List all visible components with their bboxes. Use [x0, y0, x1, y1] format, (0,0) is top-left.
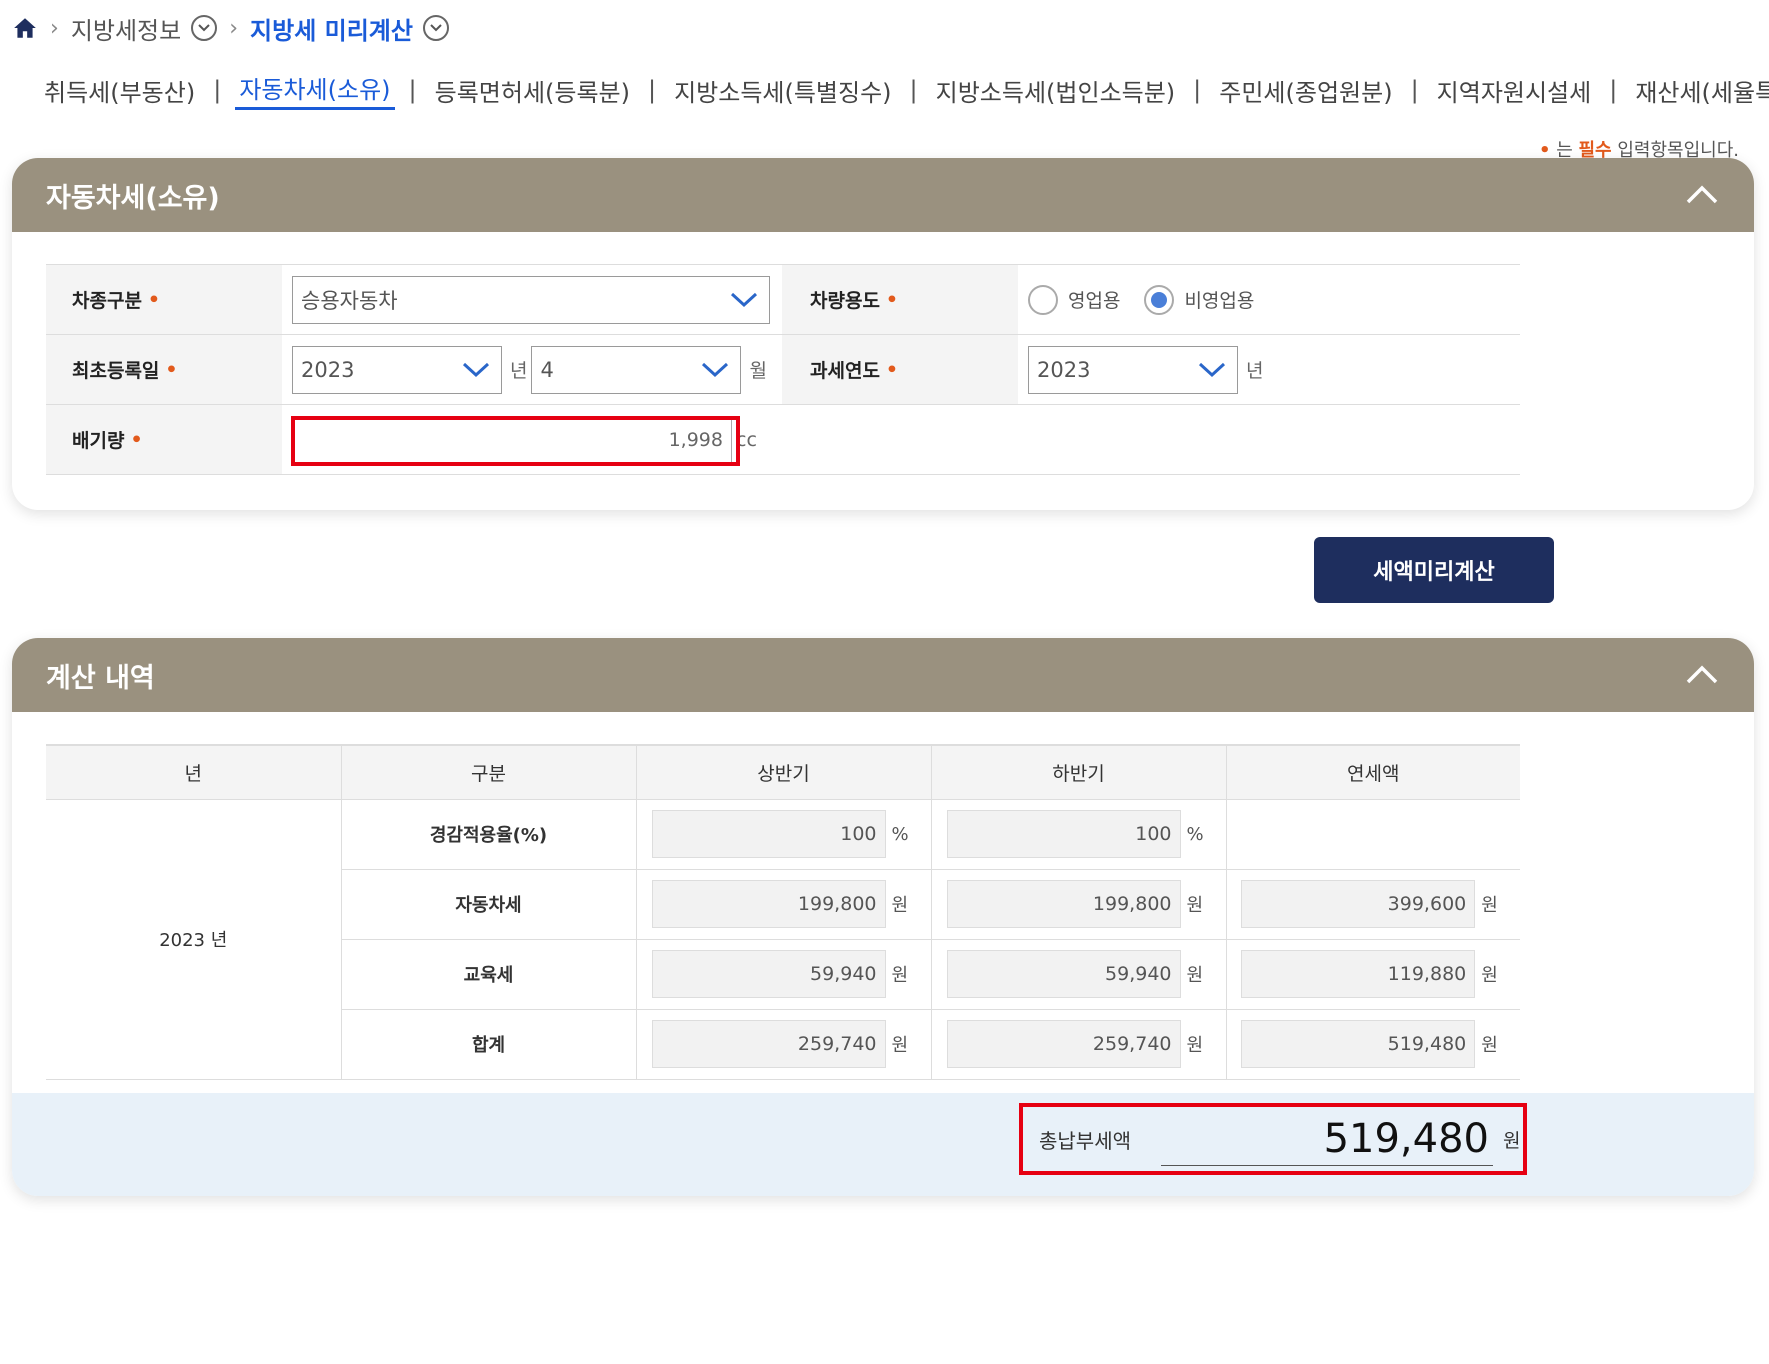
- tab-divider: |: [1410, 76, 1419, 104]
- tab-divider: |: [909, 76, 918, 104]
- tax-type-tabs: 취득세(부동산) | 자동차세(소유) | 등록면허세(등록분) | 지방소득세…: [40, 70, 1769, 110]
- value-box: 199,800: [946, 880, 1181, 928]
- tab-registration-tax[interactable]: 등록면허세(등록분): [431, 73, 634, 108]
- value-box: 100: [946, 810, 1181, 858]
- tab-property-tax[interactable]: 재산세(세율특례): [1631, 73, 1769, 108]
- month-unit: 월: [749, 360, 767, 382]
- radio-non-business-use[interactable]: 비영업용: [1144, 284, 1254, 315]
- total-tax-label: 총납부세액: [1039, 1128, 1131, 1153]
- tab-divider: |: [648, 76, 657, 104]
- breadcrumb-item-tax-calc[interactable]: 지방세 미리계산: [250, 11, 413, 46]
- value-box: 259,740: [946, 1020, 1181, 1068]
- radio-business-use[interactable]: 영업용: [1028, 284, 1120, 315]
- value-box: 59,940: [946, 950, 1181, 998]
- breadcrumb-item-local-tax-info[interactable]: 지방세정보: [71, 11, 181, 46]
- collapse-icon[interactable]: [1684, 177, 1720, 213]
- tab-divider: |: [408, 76, 417, 104]
- displacement-label: 배기량 •: [46, 405, 282, 474]
- year-cell: 2023 년: [46, 799, 342, 1080]
- value-box: 259,740: [651, 1020, 886, 1068]
- form-row: 차종구분 • 승용자동차 차량용도 • 영업용 비영업용: [46, 265, 1520, 335]
- panel-header: 자동차세(소유): [12, 158, 1754, 232]
- col-header-category: 구분: [341, 744, 637, 800]
- vehicle-tax-form-panel: 자동차세(소유) 차종구분 • 승용자동차 차량용도 • 영업용 비영업용 최초…: [12, 158, 1754, 510]
- total-tax-box: 총납부세액 519,480 원: [1019, 1103, 1527, 1175]
- row-label: 자동차세: [341, 869, 637, 940]
- year-unit: 년: [1246, 360, 1264, 382]
- chevron-right-icon: ›: [50, 15, 59, 41]
- tab-resident-tax[interactable]: 주민세(종업원분): [1215, 73, 1396, 108]
- radio-circle-selected[interactable]: [1144, 284, 1175, 315]
- home-icon[interactable]: [12, 15, 38, 41]
- table-row: 2023 년 경감적용율(%) 100% 100%: [46, 799, 1520, 1080]
- vehicle-use-label: 차량용도 •: [782, 265, 1018, 334]
- col-header-first-half: 상반기: [636, 744, 932, 800]
- calculate-button[interactable]: 세액미리계산: [1314, 537, 1554, 603]
- tab-regional-resource-tax[interactable]: 지역자원시설세: [1433, 73, 1596, 108]
- first-reg-year-select[interactable]: 2023: [292, 345, 502, 394]
- total-bar: 총납부세액 519,480 원: [12, 1093, 1754, 1196]
- chevron-right-icon: ›: [229, 15, 239, 41]
- vehicle-type-select[interactable]: 승용자동차: [292, 275, 770, 324]
- collapse-icon[interactable]: [1684, 657, 1720, 693]
- radio-circle[interactable]: [1028, 284, 1058, 315]
- row-label: 경감적용율(%): [341, 799, 637, 870]
- breadcrumb: › 지방세정보 › 지방세 미리계산: [12, 8, 449, 48]
- result-table: 년 구분 상반기 하반기 연세액 2023 년 경감적용율(%) 100% 10…: [46, 744, 1520, 1080]
- vehicle-type-label: 차종구분 •: [46, 265, 282, 334]
- panel-title: 자동차세(소유): [46, 182, 220, 214]
- value-box: 519,480: [1241, 1020, 1476, 1068]
- chevron-down-icon: [1198, 362, 1226, 377]
- col-header-second-half: 하반기: [931, 744, 1227, 800]
- vehicle-form: 차종구분 • 승용자동차 차량용도 • 영업용 비영업용 최초등록일 • 202…: [46, 264, 1520, 475]
- first-registration-label: 최초등록일 •: [46, 335, 282, 404]
- tab-divider: |: [213, 76, 222, 104]
- form-row: 최초등록일 • 2023 년 4 월 과세연도 • 2023 년: [46, 335, 1520, 405]
- panel-header: 계산 내역: [12, 638, 1754, 712]
- total-tax-unit: 원: [1503, 1129, 1521, 1152]
- value-box: 399,600: [1241, 880, 1476, 928]
- form-row: 배기량 • 1,998 cc: [46, 405, 1520, 475]
- col-header-annual: 연세액: [1226, 744, 1520, 800]
- tax-year-select[interactable]: 2023: [1028, 345, 1238, 394]
- col-header-year: 년: [46, 744, 342, 800]
- calculation-result-panel: 계산 내역 년 구분 상반기 하반기 연세액 2023 년 경감적용율(%) 1…: [12, 638, 1754, 1196]
- total-tax-value: 519,480: [1161, 1113, 1493, 1166]
- chevron-down-icon[interactable]: [191, 15, 218, 41]
- tab-divider: |: [1609, 76, 1618, 104]
- highlight-box-displacement: [291, 416, 740, 466]
- value-box: 119,880: [1241, 950, 1476, 998]
- year-unit: 년: [510, 360, 528, 382]
- tab-income-tax-withholding[interactable]: 지방소득세(특별징수): [670, 73, 895, 108]
- tax-year-label: 과세연도 •: [782, 335, 1018, 404]
- chevron-down-icon: [702, 362, 729, 377]
- panel-title: 계산 내역: [46, 662, 155, 694]
- table-header-row: 년 구분 상반기 하반기 연세액: [46, 744, 1520, 800]
- tab-acquisition-tax[interactable]: 취득세(부동산): [40, 73, 199, 108]
- chevron-down-icon[interactable]: [422, 15, 449, 41]
- row-label: 교육세: [341, 939, 637, 1010]
- row-label: 합계: [341, 1009, 637, 1080]
- value-box: 59,940: [651, 950, 886, 998]
- value-box: 199,800: [651, 880, 886, 928]
- tab-divider: |: [1193, 76, 1202, 104]
- chevron-down-icon: [462, 362, 490, 377]
- empty-cell: [1226, 799, 1520, 870]
- chevron-down-icon: [730, 292, 758, 307]
- tab-income-tax-corporate[interactable]: 지방소득세(법인소득분): [932, 73, 1180, 108]
- first-reg-month-select[interactable]: 4: [531, 345, 742, 394]
- tab-vehicle-tax[interactable]: 자동차세(소유): [235, 70, 395, 110]
- value-box: 100: [651, 810, 886, 858]
